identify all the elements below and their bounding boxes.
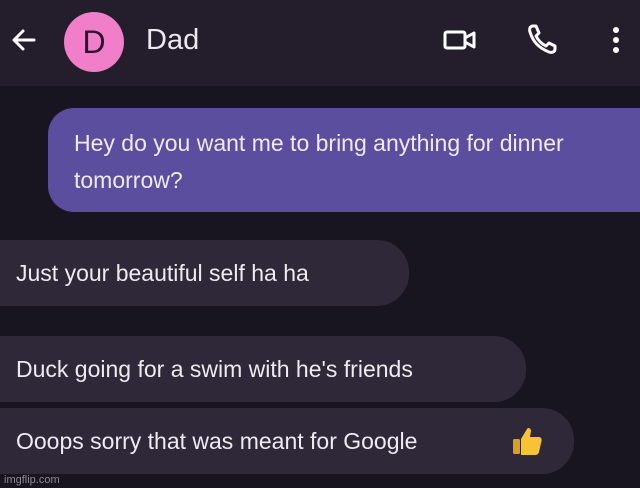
video-call-icon[interactable]: [440, 24, 480, 56]
thumbs-up-icon: [513, 427, 542, 455]
more-vert-icon[interactable]: [604, 20, 628, 60]
watermark: imgflip.com: [4, 474, 60, 486]
message-bubble-incoming[interactable]: Ooops sorry that was meant for Google: [0, 408, 574, 474]
contact-name[interactable]: Dad: [146, 20, 199, 60]
phone-icon[interactable]: [524, 20, 560, 58]
conversation-header: D Dad: [0, 0, 640, 86]
message-bubble-outgoing[interactable]: Hey do you want me to bring anything for…: [48, 108, 640, 212]
message-bubble-incoming[interactable]: Just your beautiful self ha ha: [0, 240, 409, 306]
message-bubble-incoming[interactable]: Duck going for a swim with he's friends: [0, 336, 526, 402]
back-arrow-icon[interactable]: [8, 24, 40, 56]
avatar[interactable]: D: [64, 12, 124, 72]
